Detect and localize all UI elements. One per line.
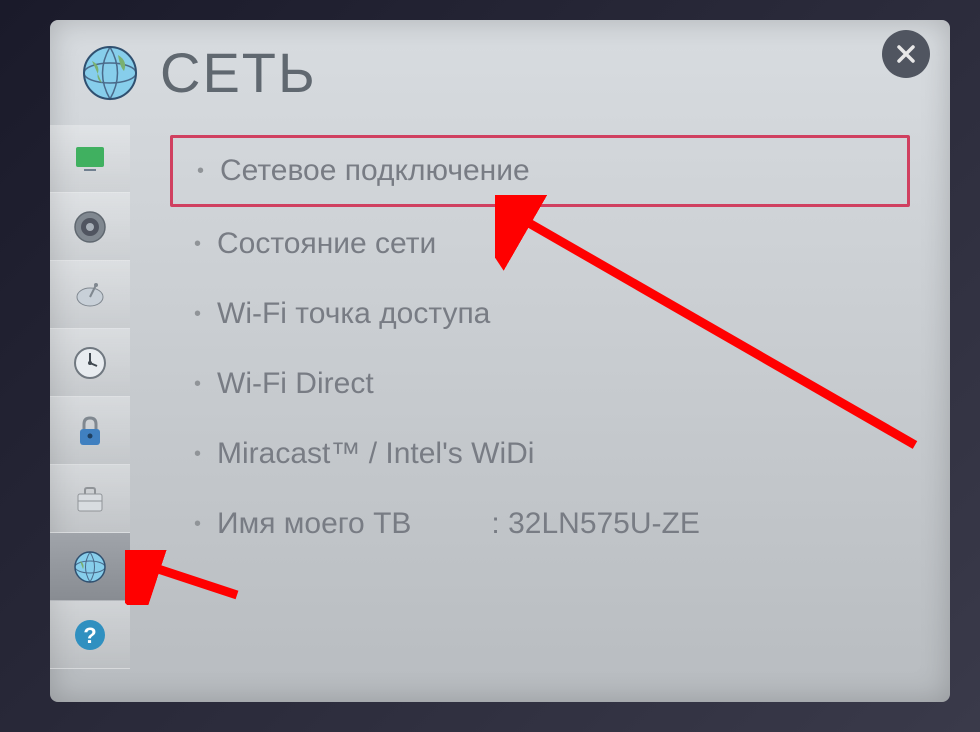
sidebar-item-network[interactable] <box>50 533 130 601</box>
briefcase-icon <box>70 479 110 519</box>
menu-item-network-connection[interactable]: • Сетевое подключение <box>170 135 910 207</box>
close-icon <box>894 42 918 66</box>
bullet-icon: • <box>194 443 201 466</box>
content-area: • Сетевое подключение • Состояние сети •… <box>130 115 950 697</box>
header: СЕТЬ <box>50 20 950 115</box>
satellite-icon <box>70 275 110 315</box>
sidebar-item-lock[interactable] <box>50 397 130 465</box>
sidebar: ? <box>50 115 130 697</box>
menu-item-network-status[interactable]: • Состояние сети <box>170 211 910 277</box>
svg-text:?: ? <box>83 623 96 648</box>
network-globe-icon <box>80 43 140 103</box>
monitor-icon <box>70 139 110 179</box>
bullet-icon: • <box>194 303 201 326</box>
bullet-icon: • <box>194 233 201 256</box>
main-content: ? • Сетевое подключение • Состояние сети… <box>50 115 950 697</box>
close-button[interactable] <box>882 30 930 78</box>
globe-small-icon <box>70 547 110 587</box>
lock-icon <box>70 411 110 451</box>
question-icon: ? <box>70 615 110 655</box>
menu-label: Wi-Fi Direct <box>217 367 374 401</box>
tv-name-value: : 32LN575U-ZE <box>491 507 699 541</box>
page-title: СЕТЬ <box>160 40 317 105</box>
speaker-icon <box>70 207 110 247</box>
sidebar-item-support[interactable]: ? <box>50 601 130 669</box>
menu-label: Имя моего ТВ <box>217 507 411 541</box>
sidebar-item-sound[interactable] <box>50 193 130 261</box>
bullet-icon: • <box>194 513 201 536</box>
sidebar-item-picture[interactable] <box>50 125 130 193</box>
menu-label: Сетевое подключение <box>220 154 530 188</box>
clock-icon <box>70 343 110 383</box>
sidebar-item-channel[interactable] <box>50 261 130 329</box>
menu-label: Состояние сети <box>217 227 436 261</box>
sidebar-item-option[interactable] <box>50 465 130 533</box>
menu-item-wifi-direct[interactable]: • Wi-Fi Direct <box>170 351 910 417</box>
sidebar-item-time[interactable] <box>50 329 130 397</box>
settings-panel: СЕТЬ <box>50 20 950 702</box>
bullet-icon: • <box>194 373 201 396</box>
menu-item-miracast[interactable]: • Miracast™ / Intel's WiDi <box>170 421 910 487</box>
menu-item-wifi-hotspot[interactable]: • Wi-Fi точка доступа <box>170 281 910 347</box>
menu-item-tv-name[interactable]: • Имя моего ТВ : 32LN575U-ZE <box>170 491 910 557</box>
menu-label: Wi-Fi точка доступа <box>217 297 490 331</box>
bullet-icon: • <box>197 160 204 183</box>
menu-label: Miracast™ / Intel's WiDi <box>217 437 534 471</box>
